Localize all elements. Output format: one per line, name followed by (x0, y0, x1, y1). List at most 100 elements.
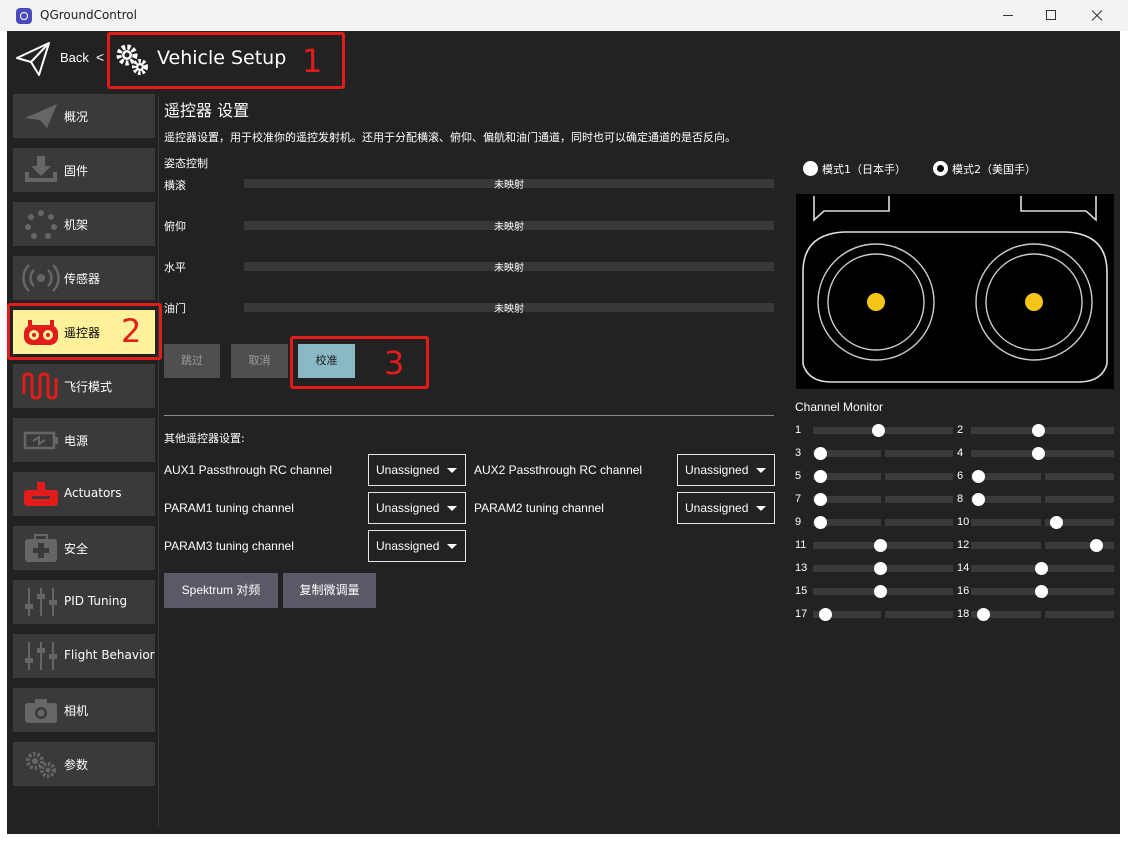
channel-number: 9 (795, 516, 802, 528)
channel-value-indicator (1034, 584, 1048, 598)
channel-number: 14 (957, 562, 970, 574)
waveform-icon (22, 372, 58, 400)
sidebar-item-sensors[interactable]: 传感器 (13, 256, 155, 300)
channel-value-indicator (1090, 538, 1104, 552)
transmitter-diagram (796, 194, 1114, 389)
right-stick-position (1025, 293, 1043, 311)
mode2-radio[interactable] (933, 161, 948, 176)
aux1-channel-select[interactable]: Unassigned (368, 454, 466, 486)
caret-down-icon (756, 468, 766, 473)
minimize-button[interactable] (984, 0, 1030, 31)
actuator-icon (24, 482, 58, 506)
mode2-label: 模式2（美国手） (952, 163, 1036, 176)
axis-value: 未映射 (494, 304, 524, 315)
channel-value-indicator (813, 469, 827, 483)
channel-center-mark (881, 496, 885, 503)
sidebar-item-label: 飞行模式 (64, 380, 113, 394)
caret-down-icon (447, 506, 457, 511)
channel-monitor-title: Channel Monitor (795, 400, 884, 414)
sidebar-item-actuators[interactable]: Actuators (13, 472, 155, 516)
back-button[interactable]: Back (60, 50, 89, 65)
param2-label: PARAM2 tuning channel (474, 501, 604, 515)
axis-bar-pitch: 未映射 (244, 221, 774, 233)
sliders-icon (25, 642, 57, 670)
sidebar-item-label: 安全 (64, 542, 89, 556)
left-stick-position (867, 293, 885, 311)
camera-icon (25, 699, 57, 723)
channel-number: 8 (957, 493, 964, 505)
select-value: Unassigned (685, 501, 749, 515)
channel-number: 15 (795, 585, 808, 597)
sidebar-item-safety[interactable]: 安全 (13, 526, 155, 570)
radio-waves-icon (22, 264, 60, 292)
channel-value-indicator (873, 561, 887, 575)
window-titlebar: QGroundControl (0, 0, 1128, 31)
channel-number: 13 (795, 562, 808, 574)
select-value: Unassigned (376, 463, 440, 477)
axis-bar-throttle: 未映射 (244, 303, 774, 315)
channel-value-indicator (813, 446, 827, 460)
channel-value-indicator (1031, 446, 1045, 460)
sidebar-item-parameters[interactable]: 参数 (13, 742, 155, 786)
section-title: 遥控器 设置 (164, 101, 250, 120)
channel-center-mark (1040, 496, 1045, 503)
channel-value-indicator (1050, 515, 1064, 529)
sidebar-item-summary[interactable]: 概况 (13, 94, 155, 138)
channel-number: 10 (957, 516, 970, 528)
axis-value: 未映射 (494, 180, 524, 191)
sidebar-item-label: 参数 (64, 758, 89, 772)
sidebar-item-label: 固件 (64, 164, 89, 178)
sidebar-item-power[interactable]: 电源 (13, 418, 155, 462)
sidebar-item-label: Flight Behavior (64, 648, 155, 662)
sidebar-item-airframe[interactable]: 机架 (13, 202, 155, 246)
mode1-radio[interactable] (803, 161, 818, 176)
sidebar-item-label: PID Tuning (64, 594, 128, 608)
caret-down-icon (447, 468, 457, 473)
skip-button[interactable]: 跳过 (164, 344, 220, 378)
channel-value-indicator (873, 538, 887, 552)
sidebar-divider (158, 96, 159, 826)
param1-channel-select[interactable]: Unassigned (368, 492, 466, 524)
sidebar-item-flight-behavior[interactable]: Flight Behavior (13, 634, 155, 678)
aux2-channel-select[interactable]: Unassigned (677, 454, 775, 486)
section-description: 遥控器设置，用于校准你的遥控发射机。还用于分配横滚、俯仰、偏航和油门通道，同时也… (164, 131, 736, 144)
sidebar-item-flight-modes[interactable]: 飞行模式 (13, 364, 155, 408)
app-window: Back < Vehicle Setup 概况 固件 机架 传感器 遥控器 飞行… (7, 31, 1120, 834)
plane-icon (25, 104, 57, 128)
sidebar-item-label: 机架 (64, 218, 89, 232)
channel-value-indicator (977, 607, 991, 621)
battery-icon (23, 431, 58, 450)
param1-label: PARAM1 tuning channel (164, 501, 294, 515)
sidebar-item-label: 概况 (64, 110, 89, 124)
channel-value-indicator (813, 492, 827, 506)
channel-center-mark (1040, 473, 1045, 480)
maximize-button[interactable] (1028, 0, 1074, 31)
close-button[interactable] (1074, 0, 1120, 31)
sidebar-item-pid-tuning[interactable]: PID Tuning (13, 580, 155, 624)
channel-center-mark (881, 519, 885, 526)
breadcrumb-separator: < (96, 49, 105, 65)
app-logo-icon (16, 8, 32, 24)
sidebar-item-firmware[interactable]: 固件 (13, 148, 155, 192)
param3-channel-select[interactable]: Unassigned (368, 530, 466, 562)
copy-trims-button[interactable]: 复制微调量 (283, 573, 376, 608)
sidebar-item-camera[interactable]: 相机 (13, 688, 155, 732)
caret-down-icon (756, 506, 766, 511)
channel-number: 2 (957, 424, 964, 436)
cancel-button[interactable]: 取消 (231, 344, 288, 378)
channel-number: 18 (957, 608, 970, 620)
gears-icon (26, 752, 56, 778)
annotation-number-1: 1 (302, 42, 323, 80)
spektrum-bind-button[interactable]: Spektrum 对频 (164, 573, 278, 608)
channel-number: 3 (795, 447, 802, 459)
channel-number: 1 (795, 424, 802, 436)
annotation-box-3 (290, 336, 429, 389)
attitude-control-heading: 姿态控制 (164, 157, 208, 170)
sidebar-item-label: Actuators (64, 486, 122, 500)
aux1-label: AUX1 Passthrough RC channel (164, 463, 333, 477)
param2-channel-select[interactable]: Unassigned (677, 492, 775, 524)
axis-bar-yaw: 未映射 (244, 262, 774, 274)
channel-number: 17 (795, 608, 808, 620)
channel-center-mark (881, 450, 885, 457)
paper-plane-icon[interactable] (15, 41, 51, 77)
